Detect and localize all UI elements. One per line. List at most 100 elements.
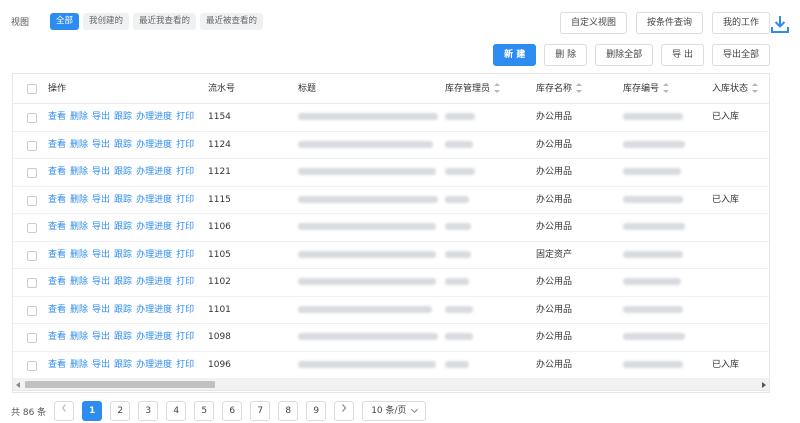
export-link[interactable]: 导出 xyxy=(92,324,110,351)
export-link[interactable]: 导出 xyxy=(92,187,110,214)
print-link[interactable]: 打印 xyxy=(176,104,194,131)
delete-all-button[interactable]: 删除全部 xyxy=(595,44,654,66)
page-7-button[interactable]: 7 xyxy=(250,401,271,421)
table-row[interactable]: 查看 删除 导出 跟踪 办理进度 打印 1121 办公用品 xyxy=(13,159,769,187)
delete-link[interactable]: 删除 xyxy=(70,352,88,379)
delete-link[interactable]: 删除 xyxy=(70,159,88,186)
print-link[interactable]: 打印 xyxy=(176,159,194,186)
progress-link[interactable]: 办理进度 xyxy=(136,214,172,241)
scrollbar-thumb[interactable] xyxy=(25,381,215,388)
delete-link[interactable]: 删除 xyxy=(70,214,88,241)
progress-link[interactable]: 办理进度 xyxy=(136,159,172,186)
prev-page-button[interactable] xyxy=(54,401,75,421)
table-row[interactable]: 查看 删除 导出 跟踪 办理进度 打印 1124 办公用品 xyxy=(13,132,769,159)
progress-link[interactable]: 办理进度 xyxy=(136,324,172,351)
my-work-button[interactable]: 我的工作 xyxy=(711,12,770,34)
track-link[interactable]: 跟踪 xyxy=(114,352,132,379)
view-link[interactable]: 查看 xyxy=(48,269,66,296)
track-link[interactable]: 跟踪 xyxy=(114,104,132,131)
horizontal-scrollbar[interactable] xyxy=(12,379,770,391)
page-6-button[interactable]: 6 xyxy=(222,401,243,421)
print-link[interactable]: 打印 xyxy=(176,132,194,159)
page-5-button[interactable]: 5 xyxy=(194,401,215,421)
column-header-status[interactable]: 入库状态 xyxy=(712,74,759,104)
scroll-left-icon[interactable] xyxy=(16,382,20,388)
progress-link[interactable]: 办理进度 xyxy=(136,269,172,296)
view-tab-recently-viewed-by-me[interactable]: 最近我查看的 xyxy=(133,13,197,30)
row-checkbox[interactable] xyxy=(27,250,37,261)
page-1-button[interactable]: 1 xyxy=(82,401,103,421)
delete-link[interactable]: 删除 xyxy=(70,104,88,131)
export-link[interactable]: 导出 xyxy=(92,242,110,269)
view-link[interactable]: 查看 xyxy=(48,132,66,159)
delete-link[interactable]: 删除 xyxy=(70,269,88,296)
row-checkbox[interactable] xyxy=(27,140,37,151)
row-checkbox[interactable] xyxy=(27,305,37,316)
view-link[interactable]: 查看 xyxy=(48,324,66,351)
sort-icon[interactable] xyxy=(494,82,501,93)
track-link[interactable]: 跟踪 xyxy=(114,297,132,324)
row-checkbox[interactable] xyxy=(27,113,37,123)
custom-view-button[interactable]: 自定义视图 xyxy=(559,12,627,34)
delete-link[interactable]: 删除 xyxy=(70,132,88,159)
view-link[interactable]: 查看 xyxy=(48,214,66,241)
view-tab-recently-viewed[interactable]: 最近被查看的 xyxy=(200,13,264,30)
print-link[interactable]: 打印 xyxy=(176,187,194,214)
select-all-checkbox[interactable] xyxy=(27,84,37,94)
table-row[interactable]: 查看 删除 导出 跟踪 办理进度 打印 1106 办公用品 xyxy=(13,214,769,242)
row-checkbox[interactable] xyxy=(27,278,37,288)
table-row[interactable]: 查看 删除 导出 跟踪 办理进度 打印 1102 办公用品 xyxy=(13,269,769,297)
table-row[interactable]: 查看 删除 导出 跟踪 办理进度 打印 1105 固定资产 xyxy=(13,242,769,269)
progress-link[interactable]: 办理进度 xyxy=(136,104,172,131)
delete-link[interactable]: 删除 xyxy=(70,297,88,324)
delete-link[interactable]: 删除 xyxy=(70,324,88,351)
scroll-right-icon[interactable] xyxy=(762,382,766,388)
view-tab-created-by-me[interactable]: 我创建的 xyxy=(83,13,130,30)
row-checkbox[interactable] xyxy=(27,360,37,371)
export-link[interactable]: 导出 xyxy=(92,159,110,186)
progress-link[interactable]: 办理进度 xyxy=(136,352,172,379)
export-link[interactable]: 导出 xyxy=(92,104,110,131)
print-link[interactable]: 打印 xyxy=(176,324,194,351)
view-link[interactable]: 查看 xyxy=(48,297,66,324)
column-header-stock-name[interactable]: 库存名称 xyxy=(536,74,583,104)
view-link[interactable]: 查看 xyxy=(48,159,66,186)
view-link[interactable]: 查看 xyxy=(48,104,66,131)
column-header-manager[interactable]: 库存管理员 xyxy=(445,74,501,104)
delete-button[interactable]: 删 除 xyxy=(544,44,588,66)
export-all-button[interactable]: 导出全部 xyxy=(711,44,770,66)
page-size-select[interactable]: 10 条/页 xyxy=(362,401,426,421)
page-2-button[interactable]: 2 xyxy=(110,401,131,421)
page-8-button[interactable]: 8 xyxy=(278,401,299,421)
table-row[interactable]: 查看 删除 导出 跟踪 办理进度 打印 1098 办公用品 xyxy=(13,324,769,352)
print-link[interactable]: 打印 xyxy=(176,269,194,296)
print-link[interactable]: 打印 xyxy=(176,352,194,379)
view-link[interactable]: 查看 xyxy=(48,187,66,214)
page-9-button[interactable]: 9 xyxy=(306,401,327,421)
progress-link[interactable]: 办理进度 xyxy=(136,242,172,269)
progress-link[interactable]: 办理进度 xyxy=(136,187,172,214)
condition-query-button[interactable]: 按条件查询 xyxy=(635,12,703,34)
table-row[interactable]: 查看 删除 导出 跟踪 办理进度 打印 1096 办公用品 已入库 xyxy=(13,352,769,379)
next-page-button[interactable] xyxy=(334,401,355,421)
track-link[interactable]: 跟踪 xyxy=(114,132,132,159)
table-row[interactable]: 查看 删除 导出 跟踪 办理进度 打印 1101 办公用品 xyxy=(13,297,769,324)
track-link[interactable]: 跟踪 xyxy=(114,214,132,241)
download-icon[interactable] xyxy=(770,14,790,34)
track-link[interactable]: 跟踪 xyxy=(114,159,132,186)
view-link[interactable]: 查看 xyxy=(48,352,66,379)
track-link[interactable]: 跟踪 xyxy=(114,187,132,214)
export-link[interactable]: 导出 xyxy=(92,297,110,324)
track-link[interactable]: 跟踪 xyxy=(114,242,132,269)
page-3-button[interactable]: 3 xyxy=(138,401,159,421)
sort-icon[interactable] xyxy=(663,82,670,93)
progress-link[interactable]: 办理进度 xyxy=(136,297,172,324)
export-link[interactable]: 导出 xyxy=(92,352,110,379)
track-link[interactable]: 跟踪 xyxy=(114,269,132,296)
view-tab-all[interactable]: 全部 xyxy=(50,13,80,30)
export-link[interactable]: 导出 xyxy=(92,214,110,241)
print-link[interactable]: 打印 xyxy=(176,297,194,324)
sort-icon[interactable] xyxy=(576,82,583,93)
row-checkbox[interactable] xyxy=(27,333,37,343)
row-checkbox[interactable] xyxy=(27,223,37,233)
